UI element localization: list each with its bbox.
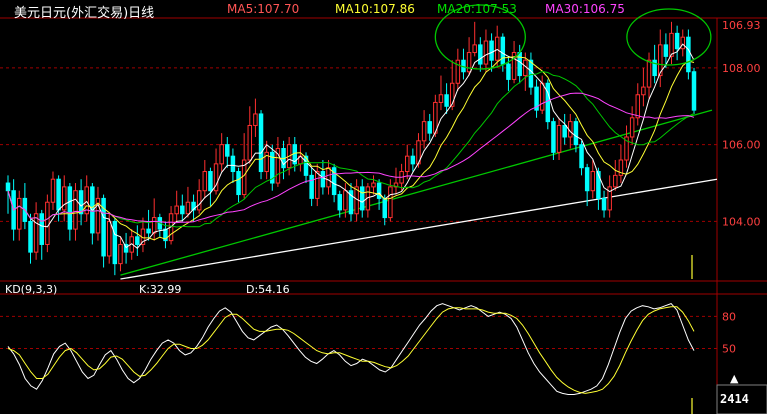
candle-body [539, 82, 545, 111]
candle-body [371, 182, 376, 188]
candle-body [556, 124, 562, 153]
candle-body [39, 213, 44, 245]
candle-body [309, 174, 314, 199]
candle-body [5, 182, 11, 192]
ma30-label: MA30:106.75 [545, 2, 625, 16]
candle-body [562, 124, 567, 138]
candle-body [421, 121, 427, 142]
candle-body [174, 205, 179, 215]
trendline-green [120, 109, 713, 276]
candle-body [410, 155, 416, 165]
candle-body [674, 32, 680, 50]
candle-body [669, 32, 674, 57]
candle-body [489, 40, 494, 61]
candle-body [579, 144, 584, 169]
candle-body [613, 174, 618, 188]
candle-body [545, 82, 551, 123]
candle-body [551, 121, 556, 153]
up-arrow-icon[interactable]: ▲ [730, 373, 738, 384]
candle-body [219, 144, 224, 165]
candle-body [629, 117, 635, 138]
candle-body [45, 201, 50, 245]
candle-body [427, 121, 432, 134]
candle-body [388, 186, 393, 219]
kd-indicator-name: KD(9,3,3) [5, 283, 58, 296]
candle-body [517, 52, 522, 77]
candle-body [641, 86, 646, 96]
candle-body [343, 190, 348, 211]
candle-body [236, 171, 241, 196]
candle-body [202, 171, 208, 192]
kd-tick-label: 50 [722, 343, 736, 356]
candle-body [472, 44, 477, 54]
candle-body [635, 94, 641, 119]
candle-body [61, 186, 67, 211]
highlight-ellipse-right [626, 8, 712, 66]
candle-body [506, 63, 511, 80]
ma5-label: MA5:107.70 [227, 2, 300, 16]
time-readout: 2414 [720, 392, 749, 406]
candle-body [196, 190, 202, 211]
candle-body [663, 44, 669, 57]
chart-title: 美元日元(外汇交易)日线 [14, 6, 155, 21]
k-value-label: K:32.99 [139, 283, 182, 296]
candle-body [680, 36, 685, 50]
kd-k-line [7, 303, 695, 395]
chart-svg: 104.00 106.00 108.00 106.93 50 80 [0, 4, 767, 414]
candle-body [33, 213, 39, 253]
candle-body [208, 171, 213, 192]
candle-body [73, 190, 78, 230]
candle-body [50, 178, 56, 203]
last-price-label: 106.93 [722, 19, 761, 32]
candle-body [320, 171, 326, 188]
candle-body [601, 197, 607, 211]
candle-body [106, 220, 112, 257]
candle-body [146, 228, 151, 234]
candle-body [151, 217, 157, 234]
y-tick-label: 106.00 [722, 139, 761, 152]
candle-body [494, 36, 500, 61]
candle-body [584, 167, 590, 192]
candle-body [225, 144, 230, 157]
candle-body [230, 155, 236, 173]
candle-body [691, 71, 697, 111]
candle-body [326, 167, 331, 188]
candle-body [444, 94, 449, 107]
candle-body [337, 194, 342, 211]
candle-body [686, 36, 691, 73]
candle-body [376, 182, 382, 199]
candle-body [573, 121, 579, 146]
candle-body [500, 36, 506, 65]
candle-body [17, 197, 22, 230]
d-value-label: D:54.16 [246, 283, 290, 296]
candle-body [382, 197, 387, 219]
candle-body [67, 186, 73, 230]
y-tick-label: 104.00 [722, 215, 761, 228]
candle-body [253, 113, 258, 126]
candle-body [258, 113, 264, 173]
candle-body [590, 171, 596, 192]
candle-body [528, 59, 534, 88]
candle-body [315, 171, 320, 199]
candle-body [646, 59, 652, 88]
candle-body [438, 94, 444, 103]
ma10-label: MA10:107.86 [335, 2, 415, 16]
candle-body [112, 220, 118, 265]
candle-body [118, 243, 123, 265]
candle-body [360, 186, 365, 211]
candle-body [185, 201, 191, 215]
candle-body [483, 40, 489, 65]
kd-tick-label: 80 [722, 310, 736, 323]
candle-body [135, 236, 140, 245]
candle-body [180, 205, 185, 215]
y-tick-label: 108.00 [722, 62, 761, 75]
candle-body [247, 124, 253, 161]
candle-body [56, 178, 61, 211]
candle-body [28, 220, 33, 253]
chart-stage: 104.00 106.00 108.00 106.93 50 80 美元日元(外汇交易)日… [0, 0, 767, 414]
candle-body [404, 155, 410, 173]
ma20-label: MA20:107.53 [437, 2, 517, 16]
candle-body [478, 44, 483, 65]
